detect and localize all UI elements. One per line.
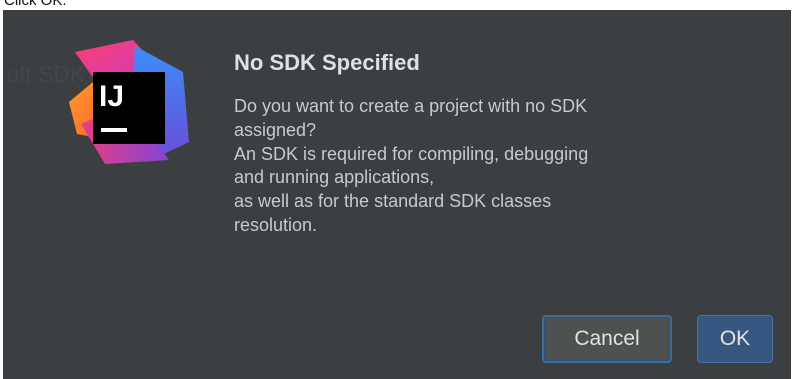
message-line: as well as for the standard SDK classes	[234, 191, 552, 212]
message-line: Do you want to create a project with no …	[234, 96, 588, 116]
ok-button[interactable]: OK	[697, 315, 773, 363]
logo-text: IJ	[99, 80, 124, 113]
message-line: and running applications,	[234, 167, 435, 188]
message-line: assigned?	[234, 119, 317, 140]
intellij-logo-icon: IJ	[63, 38, 193, 168]
message-line: An SDK is required for compiling, debugg…	[234, 143, 589, 164]
dialog-title: No SDK Specified	[234, 50, 420, 75]
cancel-button[interactable]: Cancel	[542, 315, 672, 363]
dialog-message: Do you want to create a project with no …	[234, 95, 754, 238]
instruction-text: Click OK.	[4, 0, 67, 9]
message-line: resolution.	[234, 214, 318, 235]
no-sdk-dialog: ult SDK Proje IJ No SDK Specified Do you…	[3, 10, 791, 379]
